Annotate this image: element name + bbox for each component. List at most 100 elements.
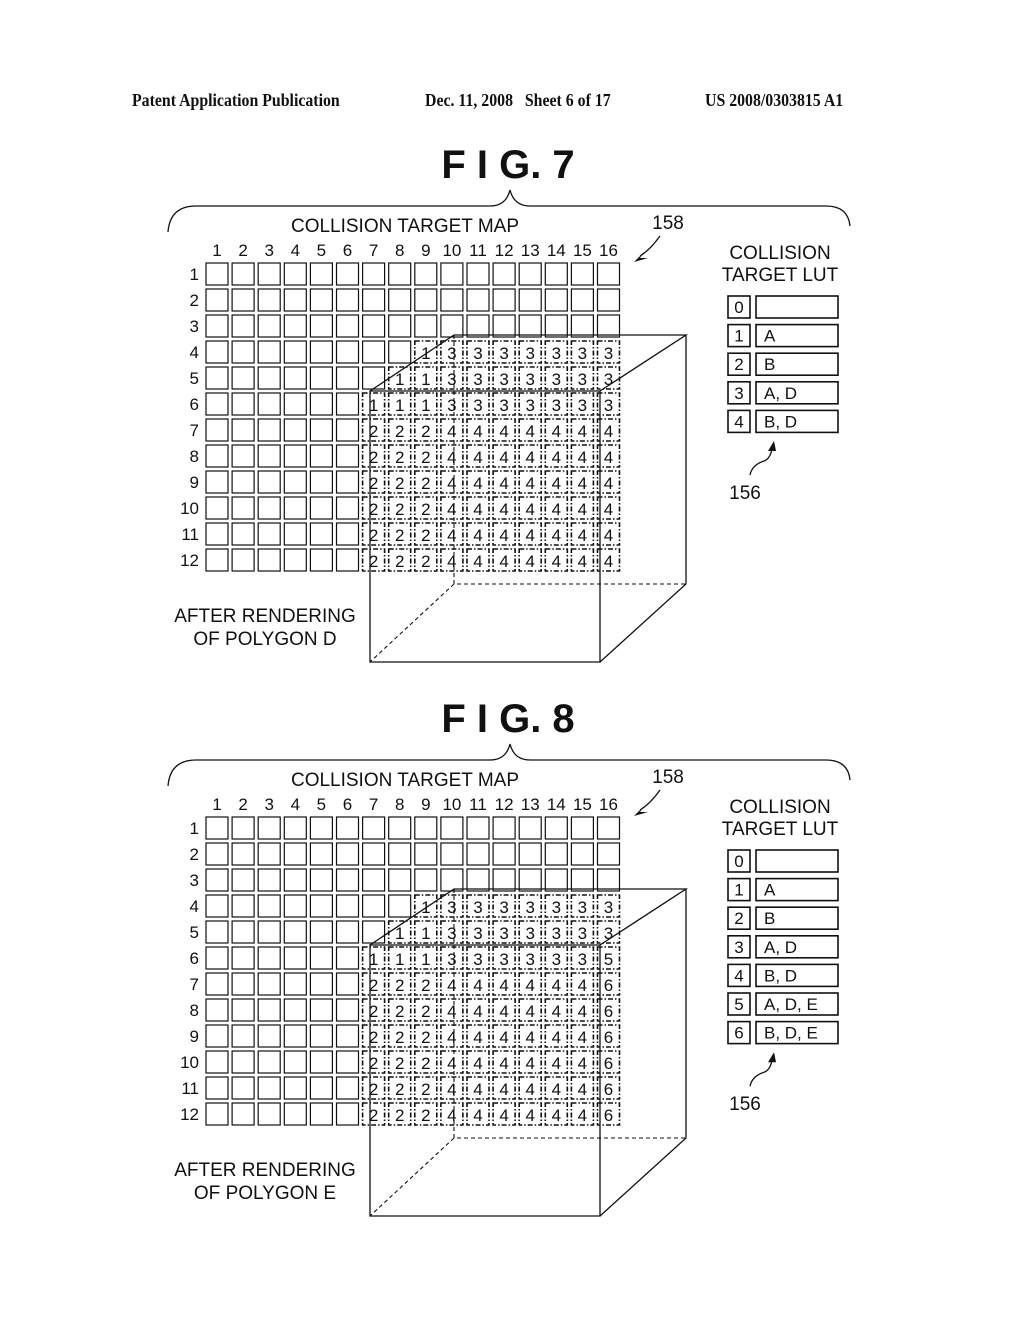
- map-cell: [362, 262, 386, 286]
- map-cell: [335, 868, 360, 892]
- map-cell: [544, 262, 568, 286]
- map-cell: [309, 314, 333, 338]
- map-cell: [205, 842, 229, 866]
- map-cell-value: 2: [395, 422, 404, 441]
- figure-caption-line: OF POLYGON D: [193, 629, 336, 650]
- column-header: 11: [469, 795, 487, 814]
- row-header: 3: [190, 871, 199, 890]
- column-header: 10: [442, 241, 461, 260]
- map-cell: [231, 894, 255, 918]
- map-cell-value: 3: [525, 924, 534, 943]
- map-cell: [283, 1076, 307, 1100]
- map-cell: [283, 972, 307, 996]
- map-cell: [596, 262, 621, 286]
- map-cell: [466, 314, 490, 338]
- map-cell: [309, 946, 333, 970]
- map-cell: [335, 1076, 360, 1100]
- map-cell: [492, 842, 516, 866]
- map-cell: [335, 392, 360, 416]
- map-cell: [257, 470, 281, 494]
- map-cell: [283, 418, 307, 442]
- map-cell: [335, 816, 360, 840]
- map-cell: [257, 920, 281, 944]
- map-cell: [335, 444, 360, 468]
- map-cell: [309, 998, 333, 1022]
- map-cell-value: 2: [395, 526, 404, 545]
- map-cell: [335, 842, 360, 866]
- map-cell: [231, 1050, 255, 1074]
- map-cell: [283, 470, 307, 494]
- map-cell-value: 3: [552, 370, 561, 389]
- map-cell-value: 4: [552, 448, 561, 467]
- map-cell-value: 4: [578, 976, 587, 995]
- map-cell: [205, 418, 229, 442]
- map-cell-value: 3: [578, 950, 587, 969]
- map-cell: [440, 842, 464, 866]
- column-header: 1: [212, 241, 221, 260]
- map-cell-value: 4: [525, 1054, 534, 1073]
- map-cell-value: 2: [395, 474, 404, 493]
- map-cell-value: 4: [473, 1106, 482, 1125]
- map-cell: [257, 868, 281, 892]
- lut-value: B, D: [764, 966, 797, 985]
- map-cell: [257, 366, 281, 390]
- map-cell-value: 4: [499, 474, 508, 493]
- column-header: 2: [238, 795, 247, 814]
- map-cell-value: 3: [525, 898, 534, 917]
- map-cell-value: 6: [604, 1002, 613, 1021]
- lut-value: B: [764, 355, 775, 374]
- map-cell-value: 3: [447, 396, 456, 415]
- lut-index: 3: [734, 938, 743, 957]
- map-cell: [309, 972, 333, 996]
- lut-title: COLLISION: [729, 243, 830, 264]
- map-cell: [309, 444, 333, 468]
- column-header: 12: [495, 795, 514, 814]
- map-cell: [283, 548, 307, 572]
- map-cell: [309, 894, 333, 918]
- map-cell-value: 4: [552, 1002, 561, 1021]
- map-cell: [440, 816, 464, 840]
- map-cell-value: 4: [447, 500, 456, 519]
- column-header: 11: [469, 241, 487, 260]
- map-cell: [283, 314, 307, 338]
- map-cell: [596, 288, 621, 312]
- map-cell: [335, 496, 360, 520]
- map-cell: [335, 1102, 360, 1126]
- map-cell-value: 1: [395, 396, 404, 415]
- column-header: 13: [521, 795, 540, 814]
- map-cell-value: 6: [604, 1028, 613, 1047]
- map-cell-value: 2: [421, 422, 430, 441]
- row-header: 11: [181, 525, 199, 544]
- map-cell: [205, 894, 229, 918]
- map-cell: [335, 340, 360, 364]
- patent-drawing: F I G. 7COLLISION TARGET MAP 1581 2 3 4 5 6 7 8 9…: [167, 143, 851, 1217]
- lut-index: 2: [734, 909, 743, 928]
- map-cell-value: 4: [499, 552, 508, 571]
- map-cell-value: 4: [473, 526, 482, 545]
- column-header: 2: [238, 241, 247, 260]
- map-cell: [570, 842, 595, 866]
- map-cell: [570, 262, 595, 286]
- column-header: 14: [547, 795, 566, 814]
- map-cell: [414, 842, 438, 866]
- map-cell-value: 3: [499, 370, 508, 389]
- map-cell-value: 3: [473, 950, 482, 969]
- reference-arrow: [749, 1060, 773, 1087]
- map-cell: [309, 340, 333, 364]
- map-cell: [231, 548, 255, 572]
- map-cell: [362, 288, 386, 312]
- row-header: 9: [190, 473, 199, 492]
- map-reference-number: 158: [652, 213, 684, 234]
- map-cell: [518, 816, 542, 840]
- map-cell: [257, 288, 281, 312]
- map-cell: [335, 418, 360, 442]
- map-cell: [283, 894, 307, 918]
- map-cell-value: 4: [447, 1080, 456, 1099]
- column-header: 5: [317, 241, 326, 260]
- column-header: 4: [291, 795, 300, 814]
- map-cell-value: 4: [552, 526, 561, 545]
- map-cell-value: 3: [552, 344, 561, 363]
- map-cell: [205, 340, 229, 364]
- map-cell: [205, 1024, 229, 1048]
- row-header: 4: [190, 343, 199, 362]
